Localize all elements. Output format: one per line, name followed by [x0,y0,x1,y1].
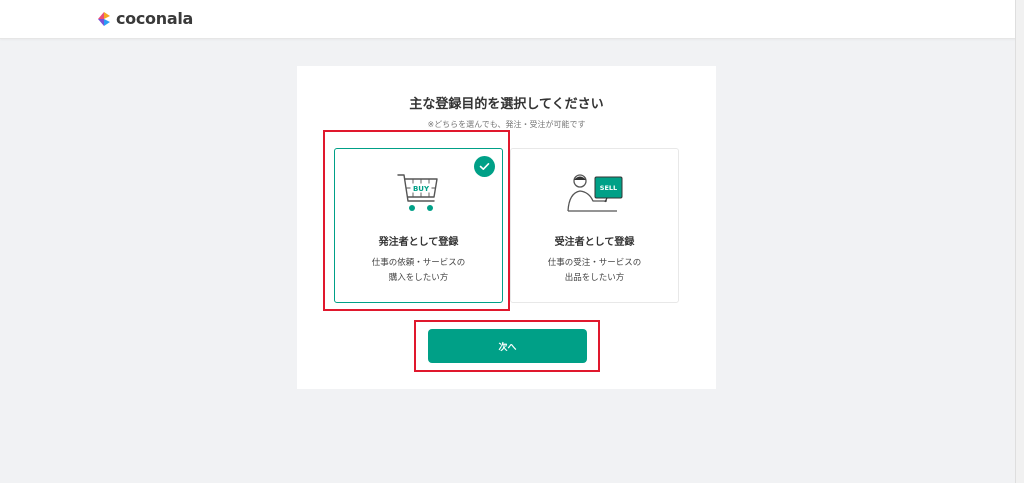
cart-buy-text: BUY [412,185,429,193]
site-header: coconala [0,0,1024,39]
coconala-logo-icon [98,11,110,26]
option-buyer-desc-line-2: 購入をしたい方 [388,273,449,283]
option-seller-card[interactable]: SELL 受注者として登録 仕事の受注・サービスの 出品をしたい方 [510,148,679,303]
page-scrollbar[interactable] [1015,0,1024,483]
option-seller-description: 仕事の受注・サービスの 出品をしたい方 [511,256,678,286]
option-seller-desc-line-2: 出品をしたい方 [564,273,625,283]
option-buyer-description: 仕事の依頼・サービスの 購入をしたい方 [335,256,502,286]
registration-card: 主な登録目的を選択してください ※どちらを選んでも、発注・受注が可能です BUY [297,66,716,389]
page-title: 主な登録目的を選択してください [409,97,604,112]
option-buyer-desc-line-1: 仕事の依頼・サービスの [371,258,466,268]
option-seller-label: 受注者として登録 [554,237,635,248]
page-subtitle: ※どちらを選んでも、発注・受注が可能です [427,120,586,129]
person-computer-icon: SELL [566,174,622,212]
logo-text: coconala [116,9,194,28]
logo[interactable]: coconala [96,9,193,28]
option-buyer-card[interactable]: BUY 発注者として登録 仕事の依頼・サービスの 購入をしたい方 [334,148,503,303]
option-seller-desc-line-1: 仕事の受注・サービスの [547,258,642,268]
page-frame: coconala 主な登録目的を選択してください ※どちらを選んでも、発注・受注… [0,0,1024,483]
option-buyer-label: 発注者として登録 [378,237,459,248]
next-button[interactable]: 次へ [428,329,587,363]
computer-sell-text: SELL [599,184,616,192]
check-icon [474,156,495,177]
shopping-cart-icon: BUY [396,174,438,211]
